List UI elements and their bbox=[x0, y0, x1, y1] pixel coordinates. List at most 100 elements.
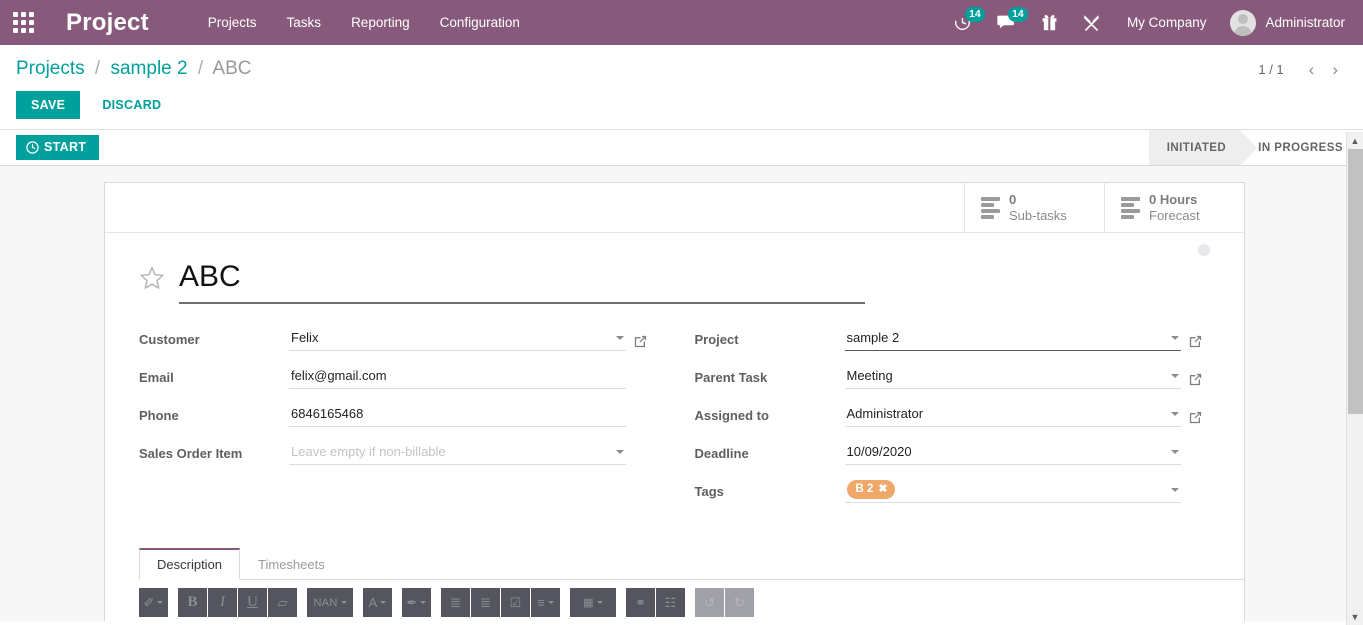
field-parent-task: Parent Task Meeting bbox=[695, 362, 1211, 389]
numbered-list-icon[interactable]: ≣ bbox=[471, 588, 500, 617]
toolbar-group-style: ✐ bbox=[139, 588, 168, 617]
state-dot-icon[interactable] bbox=[1198, 244, 1210, 256]
form-fields: Customer Felix Email bbox=[105, 304, 1244, 514]
link-icon[interactable]: ⚭ bbox=[626, 588, 655, 617]
numbered-list-glyph: ≣ bbox=[480, 595, 491, 611]
tab-timesheets[interactable]: Timesheets bbox=[240, 548, 343, 580]
external-link-customer[interactable] bbox=[633, 334, 655, 351]
user-menu[interactable]: Administrator bbox=[1220, 10, 1349, 36]
pager-next-button[interactable]: › bbox=[1323, 61, 1347, 78]
chevron-down-icon[interactable] bbox=[1171, 374, 1179, 378]
scrollbar-track[interactable]: ▲ ▼ bbox=[1346, 132, 1363, 625]
field-label-assigned-to: Assigned to bbox=[695, 408, 845, 427]
field-input-assigned-to[interactable]: Administrator bbox=[845, 404, 1182, 427]
chevron-down-icon[interactable] bbox=[616, 450, 624, 454]
chevron-down-icon[interactable] bbox=[1171, 488, 1179, 492]
external-link-project[interactable] bbox=[1188, 334, 1210, 351]
app-brand-title[interactable]: Project bbox=[46, 9, 165, 37]
field-sales-order-item: Sales Order Item Leave empty if non-bill… bbox=[139, 438, 655, 465]
field-value-phone: 6846165468 bbox=[291, 406, 363, 421]
activities-menu[interactable]: 14 bbox=[941, 0, 984, 45]
field-label-sales-order-item: Sales Order Item bbox=[139, 446, 289, 465]
scrollbar-thumb[interactable] bbox=[1348, 149, 1363, 414]
scroll-down-button[interactable]: ▼ bbox=[1347, 608, 1363, 625]
italic-icon[interactable]: I bbox=[208, 588, 237, 617]
external-link-parent-task[interactable] bbox=[1188, 372, 1210, 389]
vertical-scrollbar[interactable]: ▲ ▼ bbox=[1346, 132, 1363, 625]
image-icon[interactable]: ☷ bbox=[656, 588, 685, 617]
magic-wand-icon[interactable]: ✐ bbox=[139, 588, 168, 617]
close-x-icon[interactable]: ✖ bbox=[878, 482, 887, 496]
menu-item-tasks[interactable]: Tasks bbox=[272, 0, 337, 45]
statusbar-step-in-progress[interactable]: IN PROGRESS bbox=[1240, 130, 1357, 165]
tab-description[interactable]: Description bbox=[139, 548, 240, 580]
eraser-icon[interactable]: ▱ bbox=[268, 588, 297, 617]
discard-button[interactable]: DISCARD bbox=[88, 91, 175, 119]
save-button[interactable]: SAVE bbox=[16, 91, 80, 119]
star-outline-icon[interactable] bbox=[139, 265, 165, 291]
bullet-list-icon[interactable]: ≣ bbox=[441, 588, 470, 617]
toolbar-group-font-color: A bbox=[363, 588, 392, 617]
stat-button-sub-tasks[interactable]: 0 Sub-tasks bbox=[964, 183, 1104, 232]
field-input-deadline[interactable]: 10/09/2020 bbox=[845, 442, 1182, 465]
wrench-tools-icon bbox=[1083, 14, 1100, 31]
company-switcher[interactable]: My Company bbox=[1113, 0, 1221, 45]
redo-icon: ↻ bbox=[725, 588, 754, 617]
font-color-icon[interactable]: A bbox=[363, 588, 392, 617]
external-link-assigned-to[interactable] bbox=[1188, 410, 1210, 427]
align-glyph: ≡ bbox=[537, 595, 545, 610]
font-size-value: NAN bbox=[313, 597, 337, 609]
font-size-icon[interactable]: NAN bbox=[307, 588, 353, 617]
chevron-down-icon[interactable] bbox=[1171, 412, 1179, 416]
list-bars-icon bbox=[1121, 197, 1140, 219]
undo-icon: ↺ bbox=[695, 588, 724, 617]
field-assigned-to: Assigned to Administrator bbox=[695, 400, 1211, 427]
scroll-up-button[interactable]: ▲ bbox=[1347, 132, 1363, 149]
avatar bbox=[1230, 10, 1256, 36]
field-input-phone[interactable]: 6846165468 bbox=[289, 404, 626, 427]
align-icon[interactable]: ≡ bbox=[531, 588, 560, 617]
pager-previous-button[interactable]: ‹ bbox=[1300, 61, 1324, 78]
field-input-tags[interactable]: B 2 ✖ bbox=[845, 480, 1182, 503]
paint-brush-glyph: ✒ bbox=[407, 595, 418, 611]
form-column-right: Project sample 2 Par bbox=[695, 324, 1211, 514]
bullet-list-glyph: ≣ bbox=[450, 595, 461, 611]
field-input-parent-task[interactable]: Meeting bbox=[845, 366, 1182, 389]
start-timer-button[interactable]: START bbox=[16, 135, 99, 160]
underline-glyph: U bbox=[247, 594, 258, 611]
toolbar-group-table: ▦ bbox=[570, 588, 616, 617]
breadcrumb-item-projects[interactable]: Projects bbox=[16, 58, 85, 79]
chevron-down-icon[interactable] bbox=[1171, 450, 1179, 454]
undo-glyph: ↺ bbox=[704, 595, 715, 611]
apps-grid-icon[interactable] bbox=[0, 0, 46, 45]
menu-item-configuration[interactable]: Configuration bbox=[425, 0, 535, 45]
description-editor-body[interactable] bbox=[139, 617, 1244, 621]
statusbar-step-initiated[interactable]: INITIATED bbox=[1149, 130, 1240, 165]
underline-icon[interactable]: U bbox=[238, 588, 267, 617]
stat-button-forecast[interactable]: 0 Hours Forecast bbox=[1104, 183, 1244, 232]
field-value-assigned-to: Administrator bbox=[847, 406, 924, 421]
breadcrumb-separator: / bbox=[90, 58, 105, 79]
chevron-down-icon[interactable] bbox=[616, 336, 624, 340]
bold-icon[interactable]: B bbox=[178, 588, 207, 617]
field-phone: Phone 6846165468 bbox=[139, 400, 655, 427]
font-color-glyph: A bbox=[369, 595, 378, 610]
chevron-down-icon[interactable] bbox=[1171, 336, 1179, 340]
menu-item-reporting[interactable]: Reporting bbox=[336, 0, 425, 45]
gift-menu[interactable] bbox=[1029, 0, 1070, 45]
messages-menu[interactable]: 14 bbox=[984, 0, 1029, 45]
field-value-project: sample 2 bbox=[847, 330, 900, 345]
developer-tools-menu[interactable] bbox=[1070, 0, 1113, 45]
paint-brush-icon[interactable]: ✒ bbox=[402, 588, 431, 617]
table-icon[interactable]: ▦ bbox=[570, 588, 616, 617]
field-input-email[interactable]: felix@gmail.com bbox=[289, 366, 626, 389]
field-input-project[interactable]: sample 2 bbox=[845, 328, 1182, 351]
field-input-sales-order-item[interactable]: Leave empty if non-billable bbox=[289, 442, 626, 465]
menu-item-projects[interactable]: Projects bbox=[193, 0, 272, 45]
task-title-input[interactable]: ABC bbox=[179, 259, 865, 304]
field-input-customer[interactable]: Felix bbox=[289, 328, 626, 351]
tag-badge[interactable]: B 2 ✖ bbox=[847, 480, 895, 499]
field-label-tags: Tags bbox=[695, 484, 845, 503]
breadcrumb-item-sample-2[interactable]: sample 2 bbox=[110, 58, 187, 79]
checklist-icon[interactable]: ☑ bbox=[501, 588, 530, 617]
